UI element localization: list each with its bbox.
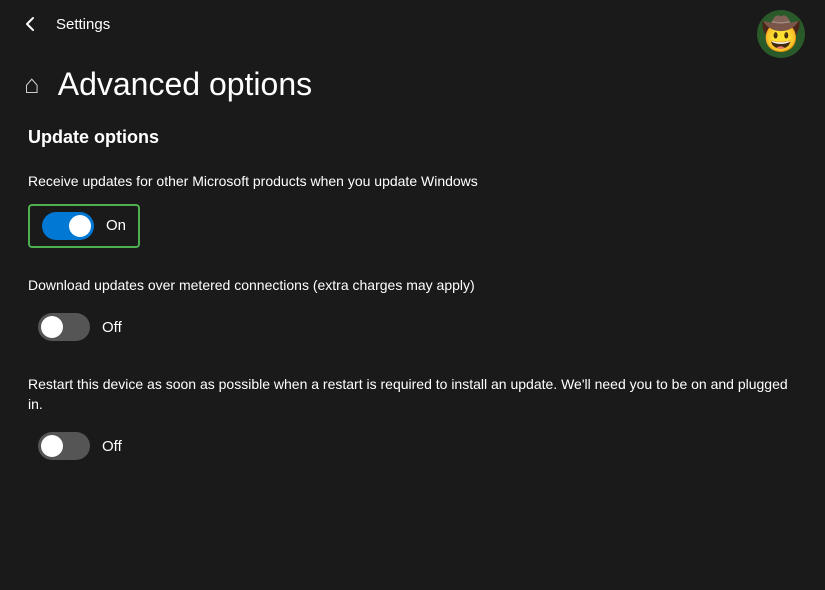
header-title: Settings	[56, 16, 110, 33]
toggle-knob	[41, 435, 63, 457]
toggle-restart-device[interactable]	[38, 432, 90, 460]
toggle-container-metered-connections: Off	[28, 307, 132, 347]
toggle-knob	[69, 215, 91, 237]
avatar[interactable]: 🤠	[757, 10, 805, 58]
toggle-label-metered-connections: Off	[102, 319, 122, 336]
home-icon: ⌂	[24, 69, 40, 100]
setting-description-metered-connections: Download updates over metered connection…	[28, 276, 797, 296]
setting-metered-connections: Download updates over metered connection…	[28, 276, 797, 348]
toggle-label-microsoft-products: On	[106, 217, 126, 234]
setting-restart-device: Restart this device as soon as possible …	[28, 375, 797, 466]
page-header: ⌂ Advanced options	[0, 48, 825, 127]
back-button[interactable]	[20, 14, 40, 34]
toggle-metered-connections[interactable]	[38, 313, 90, 341]
toggle-microsoft-products[interactable]	[42, 212, 94, 240]
setting-description-microsoft-products: Receive updates for other Microsoft prod…	[28, 172, 797, 192]
content: Update options Receive updates for other…	[0, 127, 825, 466]
toggle-knob	[41, 316, 63, 338]
page-title: Advanced options	[58, 66, 312, 103]
avatar-image: 🤠	[761, 18, 801, 50]
toggle-container-microsoft-products: On	[28, 204, 140, 248]
setting-description-restart-device: Restart this device as soon as possible …	[28, 375, 797, 414]
toggle-container-restart-device: Off	[28, 426, 132, 466]
header: Settings 🤠	[0, 0, 825, 48]
setting-microsoft-products: Receive updates for other Microsoft prod…	[28, 172, 797, 248]
section-title: Update options	[28, 127, 797, 148]
toggle-label-restart-device: Off	[102, 438, 122, 455]
